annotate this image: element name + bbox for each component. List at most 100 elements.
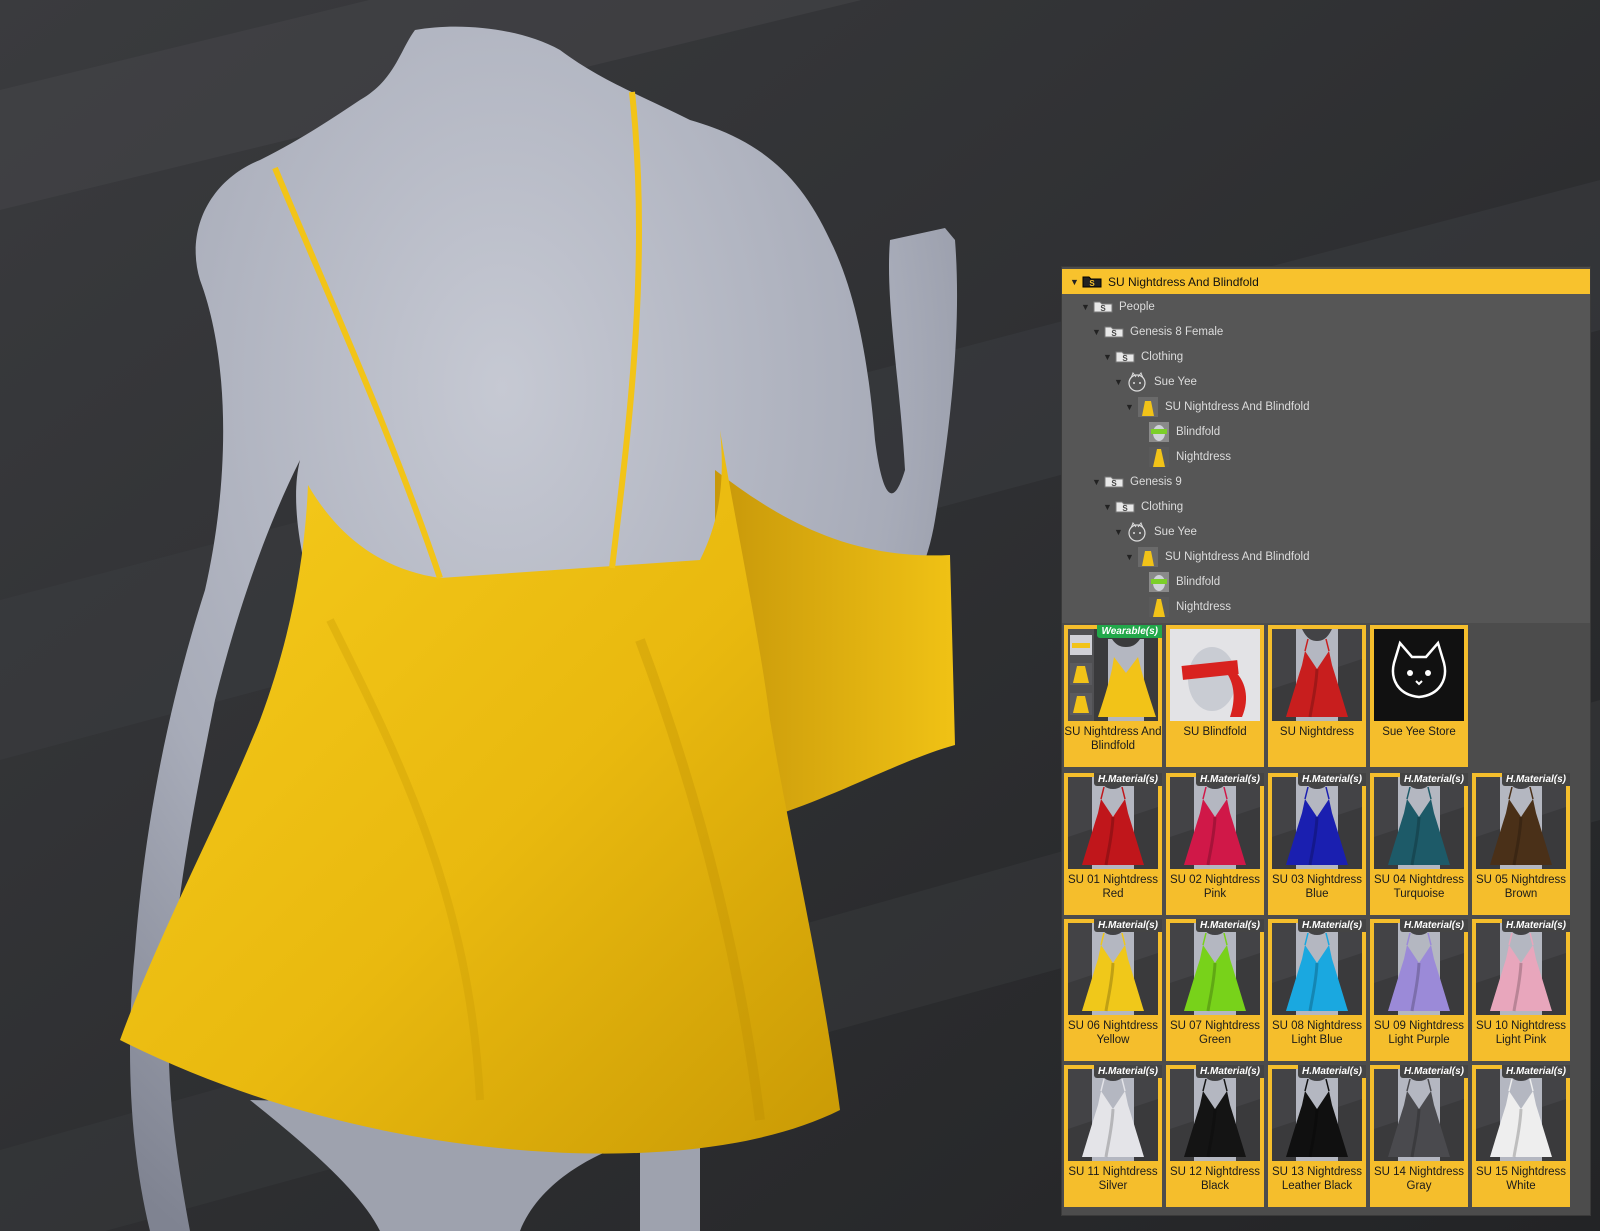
asset-label: SU 12 Nightdress Black <box>1169 1166 1261 1192</box>
tree-item[interactable]: ▼ S People <box>1062 294 1590 319</box>
asset-label: SU 13 Nightdress Leather Black <box>1271 1166 1363 1192</box>
folder-icon: S <box>1093 300 1113 313</box>
tree-item-label: Blindfold <box>1176 575 1221 588</box>
asset-label: SU 14 Nightdress Gray <box>1373 1166 1465 1192</box>
asset-tile[interactable]: H.Material(s) SU 11 Nightdress Silver <box>1064 1065 1162 1207</box>
expand-toggle-icon[interactable]: ▼ <box>1092 327 1101 337</box>
tree-item[interactable]: ▼ Sue Yee <box>1062 369 1590 394</box>
tree-item[interactable]: ▼ SU Nightdress And Blindfold <box>1062 544 1590 569</box>
asset-label: SU 05 Nightdress Brown <box>1475 874 1567 900</box>
tree-item[interactable]: ▼ Sue Yee <box>1062 519 1590 544</box>
tree-root-item[interactable]: ▼ S SU Nightdress And Blindfold <box>1062 269 1590 294</box>
svg-text:S: S <box>1111 329 1117 338</box>
tree-item[interactable]: ▼ S Genesis 8 Female <box>1062 319 1590 344</box>
expand-toggle-icon[interactable]: ▼ <box>1103 502 1112 512</box>
tree-item[interactable]: ▼Blindfold <box>1062 419 1590 444</box>
tree-item[interactable]: ▼Blindfold <box>1062 569 1590 594</box>
tree-item-label: Clothing <box>1141 350 1184 363</box>
expand-toggle-icon[interactable]: ▼ <box>1103 352 1112 362</box>
asset-tile[interactable]: H.Material(s) SU 10 Nightdress Light Pin… <box>1472 919 1570 1061</box>
content-library-panel: ▼ S SU Nightdress And Blindfold ▼ S People ▼ S G… <box>1062 267 1590 1215</box>
tree-item-label: Genesis 8 Female <box>1130 325 1224 338</box>
vendor-icon <box>1126 371 1148 393</box>
asset-thumbnail <box>1476 777 1566 869</box>
material-badge: H.Material(s) <box>1195 919 1264 932</box>
asset-tile[interactable]: H.Material(s) SU 06 Nightdress Yellow <box>1064 919 1162 1061</box>
asset-tile[interactable]: H.Material(s) SU 03 Nightdress Blue <box>1268 773 1366 915</box>
folder-icon: S <box>1104 475 1124 488</box>
asset-label: SU Blindfold <box>1183 726 1247 738</box>
asset-tile[interactable]: H.Material(s) SU 07 Nightdress Green <box>1166 919 1264 1061</box>
asset-tile[interactable]: H.Material(s) SU 01 Nightdress Red <box>1064 773 1162 915</box>
asset-thumbnail <box>1476 923 1566 1015</box>
svg-text:S: S <box>1089 279 1095 288</box>
asset-label: Sue Yee Store <box>1382 726 1456 738</box>
asset-tile[interactable]: H.Material(s) SU 04 Nightdress Turquoise <box>1370 773 1468 915</box>
asset-tile[interactable]: H.Material(s) SU 05 Nightdress Brown <box>1472 773 1570 915</box>
material-badge: H.Material(s) <box>1297 1065 1366 1078</box>
tree-item[interactable]: ▼ SU Nightdress And Blindfold <box>1062 394 1590 419</box>
material-badge: H.Material(s) <box>1399 919 1468 932</box>
svg-text:S: S <box>1111 479 1117 488</box>
tree-item[interactable]: ▼Nightdress <box>1062 444 1590 469</box>
tree-item[interactable]: ▼ S Clothing <box>1062 494 1590 519</box>
asset-thumbnail <box>1170 629 1260 721</box>
folder-icon: S <box>1104 325 1124 338</box>
asset-label: SU Nightdress <box>1279 726 1355 738</box>
material-badge: H.Material(s) <box>1501 919 1570 932</box>
asset-tile[interactable]: Wearable(s) SU Nightdress And Blindfold <box>1064 625 1162 767</box>
expand-toggle-icon[interactable]: ▼ <box>1125 402 1134 412</box>
asset-tile[interactable]: SU Blindfold <box>1166 625 1264 767</box>
asset-label: SU 07 Nightdress Green <box>1169 1020 1261 1046</box>
blindfold-icon <box>1148 421 1170 443</box>
tree-item-label: Clothing <box>1141 500 1184 513</box>
asset-label: SU 01 Nightdress Red <box>1067 874 1159 900</box>
expand-toggle-icon[interactable]: ▼ <box>1125 552 1134 562</box>
material-badge: H.Material(s) <box>1093 773 1162 786</box>
dress-icon <box>1148 596 1170 618</box>
asset-label: SU 04 Nightdress Turquoise <box>1373 874 1465 900</box>
tree-item-label: Genesis 9 <box>1130 475 1182 488</box>
asset-label: SU 09 Nightdress Light Purple <box>1373 1020 1465 1046</box>
tree-item-label: SU Nightdress And Blindfold <box>1108 274 1259 289</box>
asset-thumbnail <box>1068 923 1158 1015</box>
asset-tile[interactable]: H.Material(s) SU 14 Nightdress Gray <box>1370 1065 1468 1207</box>
tree-item[interactable]: ▼ S Genesis 9 <box>1062 469 1590 494</box>
asset-thumbnail <box>1170 777 1260 869</box>
expand-toggle-icon[interactable]: ▼ <box>1092 477 1101 487</box>
expand-toggle-icon[interactable]: ▼ <box>1114 527 1123 537</box>
asset-label: SU Nightdress And Blindfold <box>1064 726 1162 752</box>
material-badge: H.Material(s) <box>1093 1065 1162 1078</box>
expand-toggle-icon[interactable]: ▼ <box>1070 277 1079 287</box>
asset-tile[interactable]: H.Material(s) SU 08 Nightdress Light Blu… <box>1268 919 1366 1061</box>
material-badge: H.Material(s) <box>1297 919 1366 932</box>
asset-tile[interactable]: Sue Yee Store <box>1370 625 1468 767</box>
asset-tile[interactable]: SU Nightdress <box>1268 625 1366 767</box>
asset-thumbnail <box>1068 629 1158 721</box>
asset-thumbnail <box>1374 777 1464 869</box>
asset-tile[interactable]: H.Material(s) SU 09 Nightdress Light Pur… <box>1370 919 1468 1061</box>
asset-label: SU 08 Nightdress Light Blue <box>1271 1020 1363 1046</box>
vendor-icon <box>1126 521 1148 543</box>
expand-toggle-icon[interactable]: ▼ <box>1114 377 1123 387</box>
render-canvas: ▼ S SU Nightdress And Blindfold ▼ S People ▼ S G… <box>0 0 1600 1231</box>
material-badge: H.Material(s) <box>1195 773 1264 786</box>
material-badge: H.Material(s) <box>1399 773 1468 786</box>
material-badge: H.Material(s) <box>1093 919 1162 932</box>
dress-icon <box>1148 446 1170 468</box>
asset-tile[interactable]: H.Material(s) SU 13 Nightdress Leather B… <box>1268 1065 1366 1207</box>
asset-tile[interactable]: H.Material(s) SU 12 Nightdress Black <box>1166 1065 1264 1207</box>
wearable-badge: Wearable(s) <box>1097 625 1162 638</box>
tree-item-label: Nightdress <box>1176 600 1231 613</box>
tree-item-label: Nightdress <box>1176 450 1231 463</box>
expand-toggle-icon[interactable]: ▼ <box>1081 302 1090 312</box>
tree-item[interactable]: ▼ S Clothing <box>1062 344 1590 369</box>
asset-tile[interactable]: H.Material(s) SU 15 Nightdress White <box>1472 1065 1570 1207</box>
tree-item-label: Sue Yee <box>1154 375 1197 388</box>
asset-thumbnail <box>1272 777 1362 869</box>
asset-label: SU 10 Nightdress Light Pink <box>1475 1020 1567 1046</box>
asset-tile[interactable]: H.Material(s) SU 02 Nightdress Pink <box>1166 773 1264 915</box>
tree-item[interactable]: ▼Nightdress <box>1062 594 1590 619</box>
svg-text:S: S <box>1122 504 1128 513</box>
asset-thumbnail <box>1272 629 1362 721</box>
